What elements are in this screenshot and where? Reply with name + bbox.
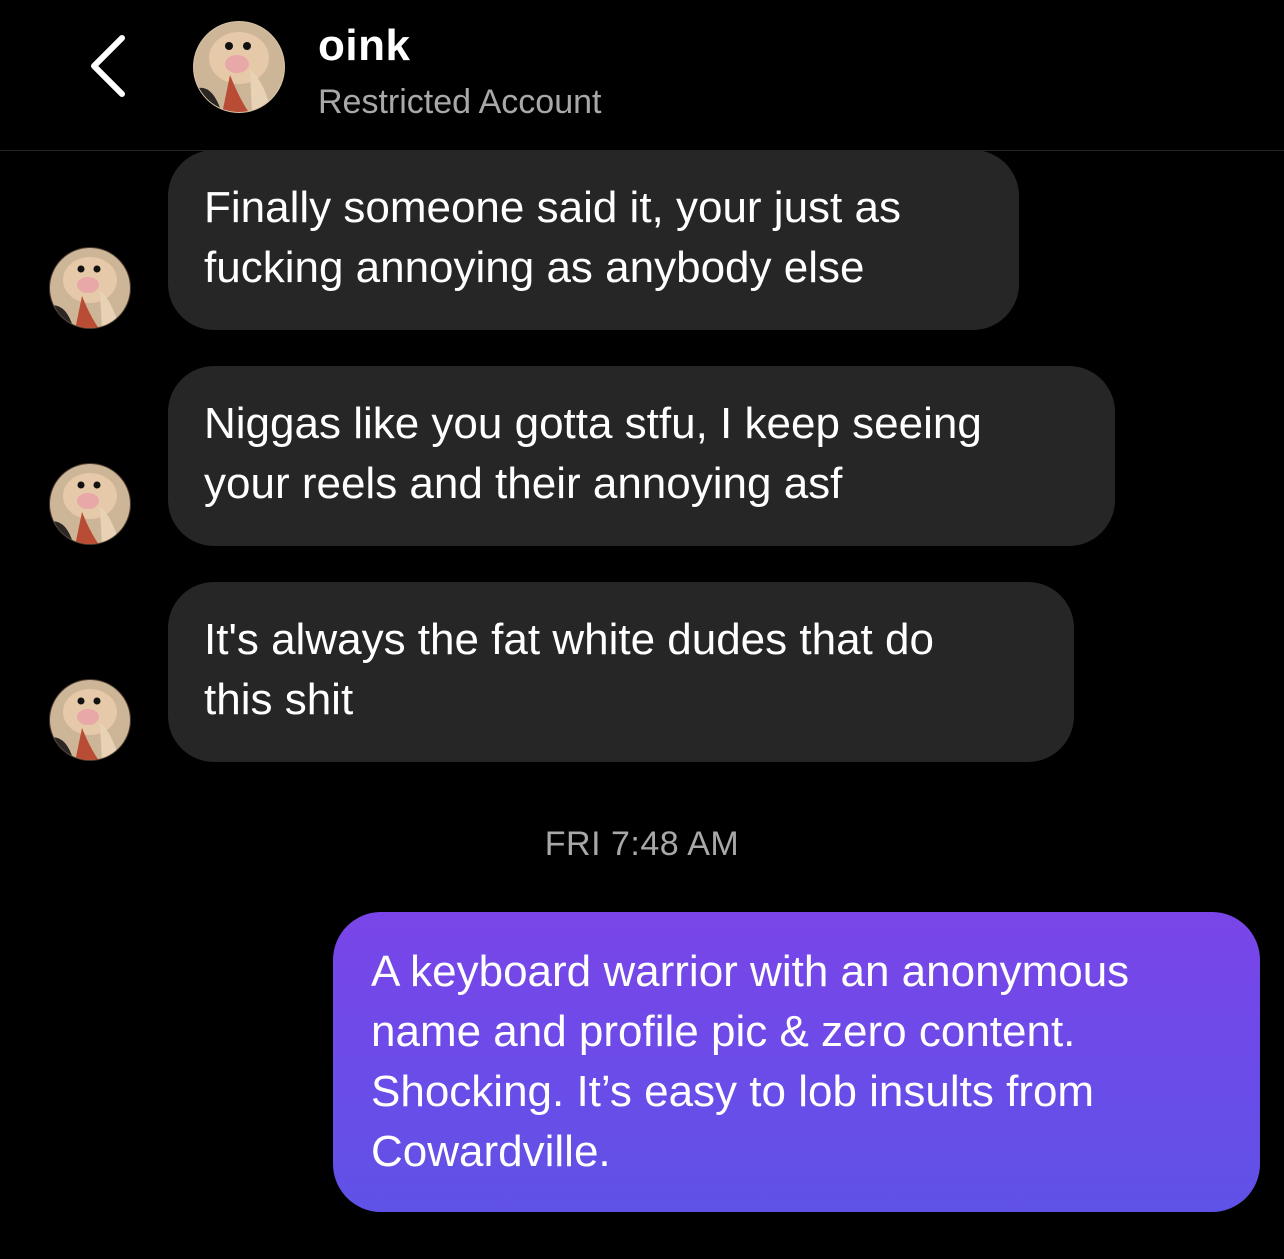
incoming-message-bubble[interactable]: Finally someone said it, your just as fu… bbox=[168, 150, 1019, 330]
chat-header: oink Restricted Account bbox=[0, 0, 1284, 151]
pig-avatar-icon bbox=[49, 679, 131, 761]
sender-avatar[interactable] bbox=[48, 246, 132, 330]
outgoing-message-bubble[interactable]: A keyboard warrior with an anonymous nam… bbox=[333, 912, 1260, 1212]
pig-avatar-icon bbox=[49, 247, 131, 329]
message-timestamp: FRI 7:48 AM bbox=[544, 825, 740, 863]
profile-avatar[interactable] bbox=[192, 20, 286, 114]
sender-avatar[interactable] bbox=[48, 678, 132, 762]
back-button[interactable] bbox=[78, 28, 138, 104]
message-line: this shit bbox=[204, 675, 354, 724]
incoming-message-bubble[interactable]: It's always the fat white dudes that do … bbox=[168, 582, 1074, 762]
message-line: A keyboard warrior with an anonymous bbox=[371, 947, 1130, 996]
message-line: Shocking. It’s easy to lob insults from bbox=[371, 1067, 1095, 1116]
incoming-message-bubble[interactable]: Niggas like you gotta stfu, I keep seein… bbox=[168, 366, 1115, 546]
message-line: fucking annoying as anybody else bbox=[204, 243, 865, 292]
contact-name[interactable]: oink bbox=[318, 18, 410, 74]
message-line: Cowardville. bbox=[371, 1127, 611, 1176]
message-line: Niggas like you gotta stfu, I keep seein… bbox=[204, 399, 982, 448]
message-line: your reels and their annoying asf bbox=[204, 459, 843, 508]
message-line: It's always the fat white dudes that do bbox=[204, 615, 934, 664]
sender-avatar[interactable] bbox=[48, 462, 132, 546]
pig-avatar-icon bbox=[193, 21, 285, 113]
message-line: Finally someone said it, your just as bbox=[204, 183, 901, 232]
message-line: name and profile pic & zero content. bbox=[371, 1007, 1076, 1056]
chevron-left-icon bbox=[91, 35, 125, 97]
pig-avatar-icon bbox=[49, 463, 131, 545]
account-status: Restricted Account bbox=[318, 83, 602, 121]
